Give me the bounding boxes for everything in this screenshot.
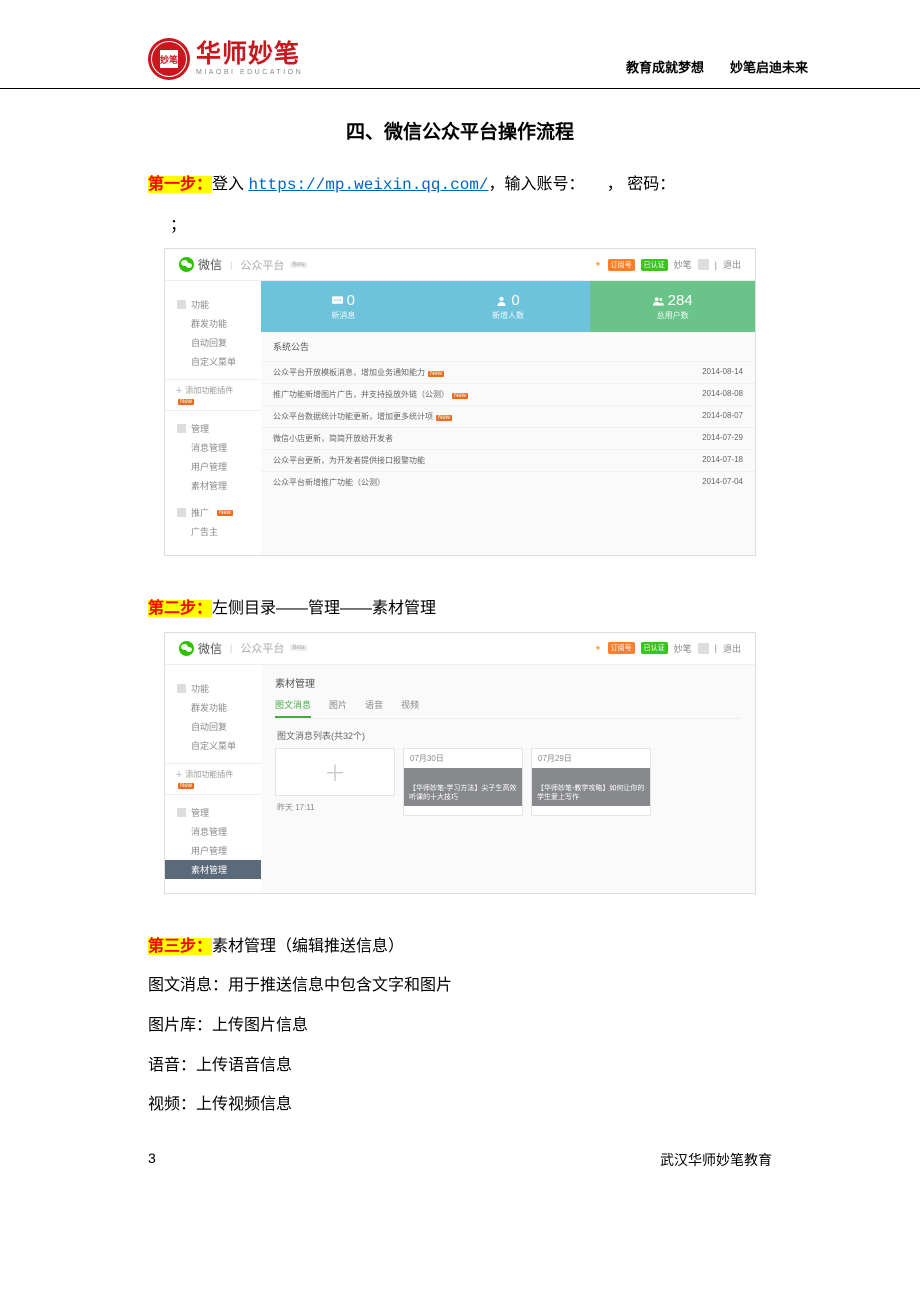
footer-org: 武汉华师妙笔教育 [660,1150,772,1170]
sidebar-item[interactable]: 自定义菜单 [165,352,261,371]
mg-icon [177,424,186,433]
tab-audio[interactable]: 语音 [365,698,383,712]
step2-line: 第二步：左侧目录——管理——素材管理 [148,592,772,626]
user-icon [496,296,507,306]
list-header: 图文消息列表(共32个) [275,719,741,748]
page-number: 3 [148,1150,156,1170]
ss-account-bar: ✦ 订阅号已认证 妙笔 | 退出 [594,642,741,655]
seal-icon: 妙笔 [148,38,190,80]
step3-line: 第三步：素材管理（编辑推送信息） [148,930,772,964]
brand-en: MIAOBI EDUCATION [196,69,303,76]
sidebar-item[interactable]: 群发功能 [165,698,261,717]
stat-card[interactable]: 0 新增人数 [426,281,591,332]
announce-row[interactable]: 微信小店更新，简简开放给开发者2014-07-29 [261,427,755,449]
page-footer: 3 武汉华师妙笔教育 [0,1128,920,1170]
announce-row[interactable]: 公众平台数据统计功能更新，增加更多统计项New2014-08-07 [261,405,755,427]
tab-video[interactable]: 视频 [401,698,419,712]
slogan: 教育成就梦想 妙笔启迪未来 [626,57,808,80]
users-icon [653,296,664,306]
sidebar-item[interactable]: 自定义菜单 [165,736,261,755]
sidebar-item[interactable]: 自动回复 [165,717,261,736]
tab-article[interactable]: 图文消息 [275,698,311,718]
plus-icon: ＋ [324,756,346,788]
ss-brand: 微信 | 公众平台 Beta [179,256,307,273]
sidebar: 功能 群发功能 自动回复 自定义菜单 ＋ 添加功能插件New 管理 消息管理 用… [165,281,261,555]
announce-header: 系统公告 [261,332,755,361]
sidebar-item[interactable]: 群发功能 [165,314,261,333]
step3-l4: 视频：上传视频信息 [148,1088,772,1122]
step1-line: 第一步：登入 https://mp.weixin.qq.com/，输入账号： ，… [148,168,772,203]
step2-badge: 第二步： [148,600,212,617]
wechat-icon [179,257,194,272]
ss-brand: 微信 | 公众平台 Beta [179,640,307,657]
add-plugin[interactable]: ＋ 添加功能插件New [165,763,261,795]
screenshot-2: 微信 | 公众平台 Beta ✦ 订阅号已认证 妙笔 | 退出 功能 [164,632,756,894]
avatar-icon[interactable] [698,259,709,270]
pr-icon [177,508,186,517]
sidebar-item[interactable]: 消息管理 [165,438,261,457]
card-time: 昨天 17:11 [275,796,395,816]
tab-image[interactable]: 图片 [329,698,347,712]
login-url-link[interactable]: https://mp.weixin.qq.com/ [248,176,488,194]
logout-link[interactable]: 退出 [723,258,741,271]
wechat-icon [179,641,194,656]
step1-cont: ； [148,209,772,243]
page-title: 四、微信公众平台操作流程 [148,117,772,144]
step3-l3: 语音：上传语音信息 [148,1049,772,1083]
logo: 妙笔 华师妙笔 MIAOBI EDUCATION [148,38,303,80]
fn-icon [177,300,186,309]
sidebar-item[interactable]: 用户管理 [165,841,261,860]
mg-icon [177,808,186,817]
panel-title: 素材管理 [275,675,741,690]
material-tabs: 图文消息 图片 语音 视频 [275,698,741,719]
stats-row: 0 新消息 0 新增人数 284 总用户数 [261,281,755,332]
step3-l2: 图片库：上传图片信息 [148,1009,772,1043]
doc-header: 妙笔 华师妙笔 MIAOBI EDUCATION 教育成就梦想 妙笔启迪未来 [0,38,920,89]
message-icon [332,296,343,306]
material-card[interactable]: 07月30日 【华师妙笔-学习方法】尖子生高效听课的十大技巧 [403,748,523,816]
announce-row[interactable]: 公众平台新增推广功能（公测）2014-07-04 [261,471,755,493]
sidebar-item[interactable]: 自动回复 [165,333,261,352]
screenshot-1: 微信 | 公众平台 Beta ✦ 订阅号已认证 妙笔 | 退出 功能 [164,248,756,556]
announce-row[interactable]: 公众平台更新，为开发者提供接口报警功能2014-07-18 [261,449,755,471]
announce-row[interactable]: 公众平台开放模板消息，增加业务通知能力New2014-08-14 [261,361,755,383]
step3-l1: 图文消息：用于推送信息中包含文字和图片 [148,969,772,1003]
avatar-icon[interactable] [698,643,709,654]
fn-icon [177,684,186,693]
sidebar-item[interactable]: 消息管理 [165,822,261,841]
sidebar-item[interactable]: 广告主 [165,522,261,541]
stat-card[interactable]: 284 总用户数 [590,281,755,332]
ss-account-bar: ✦ 订阅号已认证 妙笔 | 退出 [594,258,741,271]
sidebar: 功能 群发功能 自动回复 自定义菜单 ＋ 添加功能插件New 管理 消息管理 用… [165,665,261,893]
sidebar-item-material[interactable]: 素材管理 [165,860,261,879]
step1-badge: 第一步： [148,176,212,193]
material-card[interactable]: 07月29日 【华师妙笔-教学攻略】如何让你的学生爱上写作 [531,748,651,816]
step3-badge: 第三步： [148,938,212,955]
add-material-card[interactable]: ＋ [275,748,395,796]
sidebar-item[interactable]: 用户管理 [165,457,261,476]
announce-row[interactable]: 推广功能新增图片广告，并支持投放外链（公测）New2014-08-08 [261,383,755,405]
logout-link[interactable]: 退出 [723,642,741,655]
brand-cn: 华师妙笔 [196,42,303,67]
sidebar-item[interactable]: 素材管理 [165,476,261,495]
stat-card[interactable]: 0 新消息 [261,281,426,332]
add-plugin[interactable]: ＋ 添加功能插件New [165,379,261,411]
